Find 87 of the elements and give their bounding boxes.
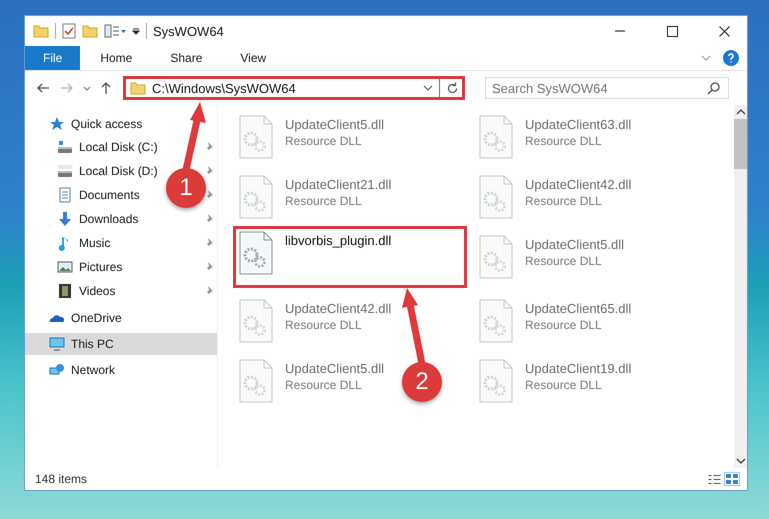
scroll-thumb[interactable] [734,119,747,169]
file-type: Resource DLL [285,134,363,148]
checklist-icon[interactable] [62,23,76,39]
properties-icon[interactable] [104,24,126,38]
drive-icon [57,139,73,155]
ribbon-tab[interactable]: Share [152,46,220,70]
sidebar-item[interactable]: This PC [25,333,217,355]
file-type: Resource DLL [525,378,603,392]
sidebar-item[interactable]: Network [25,359,217,381]
monitor-icon [49,336,65,352]
file-type: Resource DLL [525,254,603,268]
file-name: UpdateClient5.dll [285,361,384,376]
arrow [182,102,206,171]
file-item[interactable]: UpdateClient5.dll Resource DLL [236,357,388,405]
file-type: Resource DLL [285,318,363,332]
dll-file-icon [239,175,273,219]
file-item[interactable]: UpdateClient42.dll Resource DLL [236,297,394,345]
file-name: UpdateClient42.dll [285,301,392,316]
dll-file-icon [479,359,513,403]
file-name: UpdateClient5.dll [525,237,624,252]
file-type: Resource DLL [285,378,363,392]
help-icon[interactable] [723,50,739,66]
file-name: UpdateClient63.dll [525,117,632,132]
file-type: Resource DLL [525,134,603,148]
drive-icon [57,163,73,179]
search-icon [707,81,721,95]
sidebar-item[interactable]: Local Disk (D:) [57,159,158,183]
details-view-icon[interactable] [708,474,721,484]
scroll-up-icon[interactable] [736,109,746,115]
back-icon[interactable] [37,83,50,93]
sidebar-item[interactable]: Pictures [57,255,122,279]
file-item[interactable]: libvorbis_plugin.dll [236,229,464,285]
dll-file-icon [239,231,273,275]
scrollbar[interactable] [734,105,747,468]
close-icon [718,26,730,36]
dll-file-icon [239,299,273,343]
ribbon-tab[interactable]: File [25,46,80,70]
file-type: Resource DLL [525,318,603,332]
dll-file-icon [479,175,513,219]
file-name: UpdateClient21.dll [285,177,392,192]
chevron-icon[interactable] [83,86,91,90]
sidebar-item[interactable]: Local Disk (C:) [57,135,158,159]
dll-file-icon [479,235,513,279]
sidebar-item[interactable]: Downloads [57,207,138,231]
file-item[interactable]: UpdateClient21.dll Resource DLL [236,173,394,221]
sidebar-item[interactable]: Music [57,231,110,255]
refresh-icon[interactable] [446,82,458,94]
window-title: SysWOW64 [153,24,224,38]
star-icon [49,116,65,132]
image-icon [57,259,73,275]
dll-file-icon [479,299,513,343]
file-item[interactable]: UpdateClient19.dll Resource DLL [476,357,634,405]
dll-file-icon [239,359,273,403]
file-item[interactable]: UpdateClient5.dll Resource DLL [476,233,628,281]
minimize-icon [615,30,625,32]
scroll-down-icon[interactable] [736,458,746,464]
ribbon-tab[interactable]: View [222,46,284,70]
film-icon [57,283,73,299]
file-item[interactable]: UpdateClient65.dll Resource DLL [476,297,634,345]
file-item[interactable]: UpdateClient63.dll Resource DLL [476,113,634,161]
sidebar-item[interactable]: Quick access [25,113,217,135]
document-icon [57,187,73,203]
file-item[interactable]: UpdateClient5.dll Resource DLL [236,113,388,161]
dll-file-icon [479,115,513,159]
file-type: Resource DLL [285,194,363,208]
folder-icon [130,82,146,94]
up-icon[interactable] [101,82,111,94]
dropdown-icon[interactable] [132,28,140,34]
file-name: UpdateClient42.dll [525,177,632,192]
item-count: 148 items [35,472,88,486]
file-name: libvorbis_plugin.dll [285,233,392,248]
sidebar-item[interactable]: Documents [57,183,140,207]
chevron-icon[interactable] [423,85,433,91]
file-name: UpdateClient65.dll [525,301,632,316]
address-field[interactable]: C:\Windows\SysWOW64 [123,76,465,100]
sidebar-item[interactable]: OneDrive [25,307,217,329]
arrow-icon [57,211,73,227]
ribbon-tab[interactable]: Home [82,46,150,70]
file-name: UpdateClient19.dll [525,361,632,376]
maximize-icon [666,26,678,36]
tiles-view-icon[interactable] [725,473,739,485]
dll-file-icon [239,115,273,159]
search-field[interactable]: Search SysWOW64 [485,77,729,99]
file-item[interactable]: UpdateClient42.dll Resource DLL [476,173,634,221]
file-type: Resource DLL [525,194,603,208]
file-name: UpdateClient5.dll [285,117,384,132]
sidebar-item[interactable]: Videos [57,279,116,303]
